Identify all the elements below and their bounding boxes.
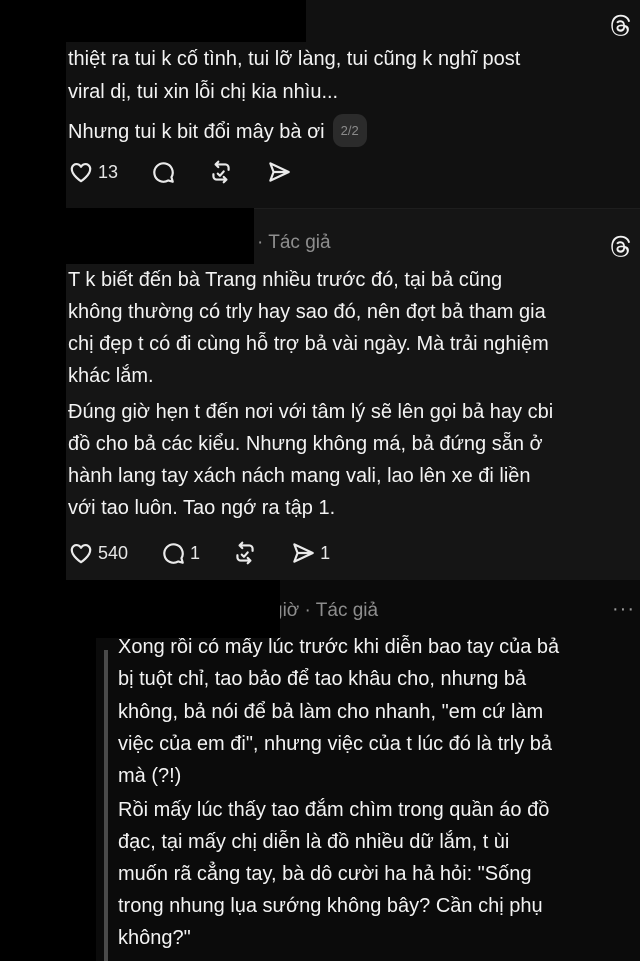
redaction-block	[0, 0, 66, 800]
like-count: 13	[98, 161, 119, 182]
post-3-line: đạc, tại mấy chị diễn là đồ nhiều dữ lắm…	[118, 831, 510, 853]
post-2-line: không thường có trly hay sao đó, nên đợt…	[68, 301, 546, 323]
post-1-last-line: Nhưng tui k bit đổi mây bà ơi 2/2	[68, 114, 367, 149]
redaction-block	[66, 208, 254, 264]
share-button[interactable]	[266, 159, 292, 185]
post-2-line: T k biết đến bà Trang nhiều trước đó, tạ…	[68, 269, 503, 291]
comment-button[interactable]	[150, 159, 176, 185]
post-3-line: việc của em đi", nhưng việc của t lúc đó…	[118, 733, 553, 755]
like-button[interactable]: 13	[68, 159, 118, 185]
post-1-line: viral dị, tui xin lỗi chị kia nhìu...	[68, 81, 339, 103]
share-icon	[293, 543, 314, 563]
post-2-author-meta: · Tác giả	[257, 232, 331, 253]
comment-icon	[163, 543, 184, 564]
post-2-actions: 540 1 1	[68, 540, 362, 566]
comment-button[interactable]: 1	[160, 540, 200, 566]
share-icon	[269, 162, 290, 182]
share-button[interactable]: 1	[290, 540, 330, 566]
post-2-line: với tao luôn. Tao ngớ ra tập 1.	[68, 497, 336, 519]
share-count: 1	[320, 542, 331, 563]
redaction-block	[96, 580, 280, 638]
post-1-line: thiệt ra tui k cố tình, tui lỡ làng, tui…	[68, 48, 521, 70]
post-3-line: Rồi mấy lúc thấy tao đắm chìm trong quần…	[118, 799, 550, 821]
more-icon[interactable]: ···	[612, 598, 635, 621]
threads-logo-icon[interactable]	[608, 14, 632, 38]
reply-thread-line	[104, 650, 108, 961]
threads-logo-icon[interactable]	[608, 235, 632, 259]
post-1-last-text: Nhưng tui k bit đổi mây bà ơi	[68, 120, 325, 143]
post-3-author-meta: giờ · Tác giả	[272, 600, 379, 621]
repost-icon	[236, 541, 254, 565]
heart-icon	[70, 163, 92, 183]
post-3-line: bị tuột chỉ, tao bảo để tao khâu cho, nh…	[118, 668, 527, 690]
reply-count: 1	[190, 542, 201, 563]
post-2-line: khác lắm.	[68, 365, 154, 387]
post-3-line: không?"	[118, 927, 191, 949]
repost-button[interactable]	[232, 540, 258, 566]
post-2-line: Đúng giờ hẹn t đến nơi với tâm lý sẽ lên…	[68, 401, 554, 423]
repost-button[interactable]	[208, 159, 234, 185]
post-3-line: mà (?!)	[118, 765, 182, 787]
redaction-block	[0, 800, 96, 961]
page-indicator-badge: 2/2	[332, 114, 367, 147]
heart-icon	[70, 544, 92, 564]
post-3-line: trong nhung lụa sướng không bây? Cần chị…	[118, 895, 543, 917]
post-3-line: muốn rã cẳng tay, bà dô cười ha hả hỏi: …	[118, 863, 532, 885]
comment-icon	[153, 162, 174, 183]
post-3-line: không, bả nói để bả làm cho nhanh, "em c…	[118, 701, 544, 723]
post-2-line: hành lang tay xách nách mang vali, lao l…	[68, 465, 531, 487]
like-count: 540	[98, 542, 129, 563]
repost-icon	[212, 160, 230, 184]
post-2-line: chị đẹp t có đi cùng hỗ trợ bả vài ngày.…	[68, 333, 549, 355]
post-1-actions: 13	[68, 159, 324, 185]
like-button[interactable]: 540	[68, 540, 128, 566]
post-2-line: đồ cho bả các kiểu. Nhưng không má, bả đ…	[68, 433, 543, 455]
redaction-block	[66, 0, 306, 42]
